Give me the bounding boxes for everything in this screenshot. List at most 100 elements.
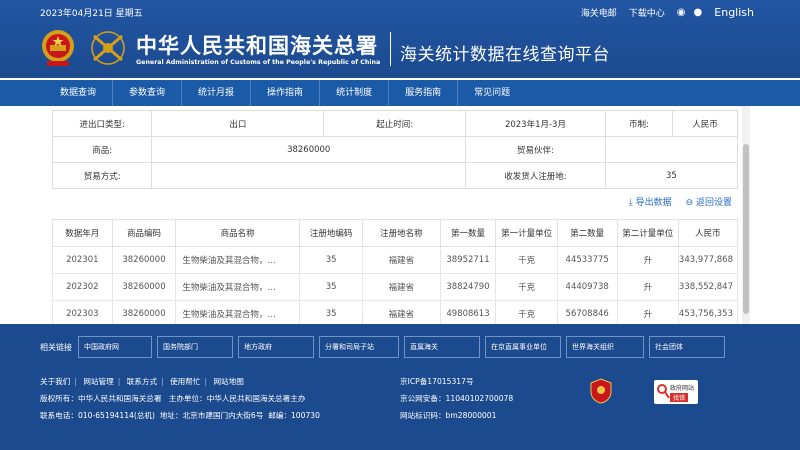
- query-value: 38260000: [151, 136, 467, 163]
- query-value: 出口: [151, 110, 325, 137]
- link-box-gov[interactable]: 中国政府网: [78, 336, 152, 358]
- query-value: 2023年1月-3月: [465, 110, 606, 137]
- cell-qty1: 49808613: [439, 300, 497, 324]
- column-header: 商品编码: [111, 219, 177, 247]
- customs-emblem-icon: [91, 31, 125, 65]
- social-links: ◉ ●: [677, 7, 702, 18]
- site-code-text: 网站标识码：bm28000001: [400, 411, 497, 420]
- host-text: 主办单位：中华人民共和国海关总署主办: [168, 394, 306, 403]
- query-value: [604, 136, 739, 163]
- police-record-text[interactable]: 京公网安备：11040102700078: [400, 393, 513, 404]
- top-bar: 2023年04月21日 星期五 海关电邮 下载中心 ◉ ● English: [0, 0, 800, 24]
- query-row: 贸易方式: 收发货人注册地: 35: [52, 162, 739, 189]
- table-row[interactable]: 202301 38260000 生物柴油及其混合物，… 35 福建省 38952…: [52, 246, 739, 274]
- results-header-row: 数据年月 商品编码 商品名称 注册地编码 注册地名称 第一数量 第一计量单位 第…: [52, 219, 739, 247]
- back-to-settings-button[interactable]: ⊖ 返回设置: [686, 195, 732, 208]
- weibo-icon[interactable]: ◉: [677, 7, 686, 18]
- cell-qty1: 38952711: [439, 246, 497, 274]
- cell-rmb: 453,756,353: [677, 300, 739, 324]
- cell-region-name: 福建省: [362, 300, 441, 324]
- query-label: 起止时间:: [323, 110, 467, 137]
- cell-name: 生物柴油及其混合物，…: [175, 246, 301, 274]
- result-actions: ⤓ 导出数据 ⊖ 返回设置: [629, 195, 732, 208]
- cell-region-name: 福建省: [362, 246, 441, 274]
- cell-unit1: 千克: [495, 300, 558, 324]
- query-value: 人民币: [671, 110, 739, 137]
- cell-qty2: 44409738: [556, 273, 618, 301]
- column-header: 商品名称: [175, 219, 301, 247]
- download-center-link[interactable]: 下载中心: [629, 6, 665, 19]
- nav-statistics-system[interactable]: 统计制度: [319, 80, 388, 106]
- export-data-button[interactable]: ⤓ 导出数据: [629, 195, 672, 208]
- site-title-en: General Administration of Customs of the…: [136, 59, 381, 66]
- find-error-text: 找错: [670, 393, 689, 402]
- cell-qty2: 44533775: [556, 246, 618, 274]
- nav-service-guide[interactable]: 服务指南: [388, 80, 457, 106]
- column-header: 第二计量单位: [616, 219, 679, 247]
- download-icon: ⤓: [628, 198, 636, 208]
- gov-site-error-badge[interactable]: 政府网站 找错: [654, 380, 698, 404]
- wechat-icon[interactable]: ●: [694, 7, 703, 18]
- copyright-text: 版权所有：中华人民共和国海关总署: [40, 394, 162, 403]
- link-box-social-orgs[interactable]: 社会团体: [649, 336, 725, 358]
- party-badge-icon[interactable]: [590, 378, 612, 404]
- cell-unit1: 千克: [495, 273, 558, 301]
- query-label: 币制:: [604, 110, 673, 137]
- email-link[interactable]: 海关电邮: [581, 6, 617, 19]
- cell-code: 38260000: [111, 300, 177, 324]
- cell-unit2: 升: [616, 300, 679, 324]
- nav-operation-guide[interactable]: 操作指南: [250, 80, 319, 106]
- results-table: 数据年月 商品编码 商品名称 注册地编码 注册地名称 第一数量 第一计量单位 第…: [52, 219, 739, 324]
- query-value: [151, 162, 467, 189]
- footer-copyright-row: 版权所有：中华人民共和国海关总署 主办单位：中华人民共和国海关总署主办: [40, 393, 305, 404]
- nav-faq[interactable]: 常见问题: [457, 80, 526, 106]
- link-box-branches[interactable]: 分署和司局子站: [319, 336, 399, 358]
- current-date: 2023年04月21日 星期五: [40, 9, 143, 19]
- cell-qty2: 56708846: [556, 300, 618, 324]
- help-link[interactable]: 使用帮忙: [170, 377, 200, 386]
- cell-code: 38260000: [111, 273, 177, 301]
- query-label: 进出口类型:: [52, 110, 153, 137]
- cell-rmb: 343,977,868: [677, 246, 739, 274]
- cell-region-name: 福建省: [362, 273, 441, 301]
- column-header: 第一数量: [439, 219, 497, 247]
- about-us-link[interactable]: 关于我们: [40, 377, 70, 386]
- query-row: 进出口类型: 出口 起止时间: 2023年1月-3月 币制: 人民币: [52, 110, 739, 137]
- link-box-state-council[interactable]: 国务院部门: [157, 336, 233, 358]
- address-text: 地址：北京市建国门内大街6号: [159, 411, 264, 420]
- cell-region-code: 35: [299, 273, 364, 301]
- footer-contact-row: 联系电话：010-65194114(总机) 地址：北京市建国门内大街6号 邮编：…: [40, 410, 320, 421]
- sitemap-link[interactable]: 网站地图: [213, 377, 243, 386]
- cell-qty1: 38824790: [439, 273, 497, 301]
- icp-text[interactable]: 京ICP备17015317号: [400, 376, 474, 387]
- cell-rmb: 338,552,847: [677, 273, 739, 301]
- english-link[interactable]: English: [714, 6, 754, 19]
- link-box-local-gov[interactable]: 地方政府: [238, 336, 314, 358]
- cell-region-code: 35: [299, 246, 364, 274]
- nav-parameter-query[interactable]: 参数查询: [112, 80, 181, 106]
- cell-name: 生物柴油及其混合物，…: [175, 300, 301, 324]
- column-header: 人民币: [677, 219, 739, 247]
- back-icon: ⊖: [685, 198, 696, 208]
- query-row: 商品: 38260000 贸易伙伴:: [52, 136, 739, 163]
- link-box-institutions[interactable]: 在京直属事业单位: [485, 336, 561, 358]
- related-links: 相关链接 中国政府网 国务院部门 地方政府 分署和司局子站 直属海关 在京直属事…: [40, 336, 730, 358]
- scrollbar-thumb[interactable]: [743, 144, 749, 314]
- link-box-customs[interactable]: 直属海关: [404, 336, 480, 358]
- main-content[interactable]: 进出口类型: 出口 起止时间: 2023年1月-3月 币制: 人民币 商品: 3…: [52, 106, 750, 324]
- vertical-scrollbar[interactable]: [742, 106, 750, 324]
- title-divider: [390, 32, 391, 66]
- column-header: 第二数量: [556, 219, 618, 247]
- nav-data-query[interactable]: 数据查询: [44, 80, 112, 106]
- table-row[interactable]: 202302 38260000 生物柴油及其混合物，… 35 福建省 38824…: [52, 273, 739, 301]
- cell-code: 38260000: [111, 246, 177, 274]
- cell-month: 202303: [52, 300, 113, 324]
- contact-link[interactable]: 联系方式: [127, 377, 157, 386]
- cell-region-code: 35: [299, 300, 364, 324]
- site-title[interactable]: 中华人民共和国海关总署: [136, 30, 378, 60]
- table-row[interactable]: 202303 38260000 生物柴油及其混合物，… 35 福建省 49808…: [52, 300, 739, 324]
- nav-monthly-report[interactable]: 统计月报: [181, 80, 250, 106]
- site-management-link[interactable]: 网站管理: [83, 377, 113, 386]
- query-label: 收发货人注册地:: [465, 162, 606, 189]
- link-box-wco[interactable]: 世界海关组织: [566, 336, 644, 358]
